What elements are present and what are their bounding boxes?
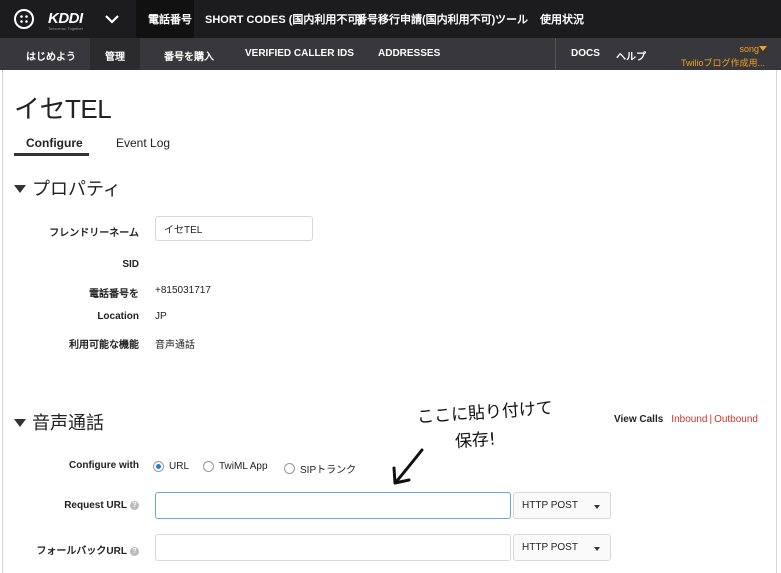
fallback-method-select[interactable]: HTTP POST: [513, 534, 611, 561]
tab-configure[interactable]: Configure: [26, 136, 83, 150]
request-method-select[interactable]: HTTP POST: [513, 492, 611, 519]
view-calls: View Calls Inbound | Outbound: [614, 414, 758, 425]
request-method-value: HTTP POST: [522, 500, 578, 511]
nav-usage[interactable]: 使用状況: [540, 11, 584, 27]
friendly-name-value: イセTEL: [164, 225, 203, 236]
fallback-url-label: フォールバックURL?: [36, 542, 139, 557]
request-url-label: Request URL?: [64, 500, 139, 511]
handwritten-annotation: ここに貼り付けて 保存!: [416, 395, 555, 459]
location-value: JP: [155, 311, 167, 322]
fallback-url-input[interactable]: [155, 534, 511, 561]
friendly-name-label: フレンドリーネーム: [49, 228, 139, 239]
nav-short-codes[interactable]: SHORT CODES (国内利用不可): [205, 11, 362, 27]
subnav-buy-number[interactable]: 番号を購入: [164, 48, 214, 63]
app-launcher-icon[interactable]: [14, 9, 34, 29]
configure-with-label: Configure with: [69, 460, 139, 471]
voice-section-toggle[interactable]: 音声通話: [14, 409, 104, 435]
page-title: イセTEL: [14, 94, 112, 124]
subnav-verified-caller-ids[interactable]: VERIFIED CALLER IDS: [245, 48, 354, 59]
scan-edge-left: [2, 0, 3, 573]
nav-tools[interactable]: ツール: [495, 11, 528, 27]
brand-tagline: Tomorrow, Together: [48, 26, 84, 31]
chevron-down-icon: [594, 547, 600, 551]
chevron-down-icon[interactable]: [102, 9, 122, 29]
voice-heading: 音声通話: [32, 413, 104, 433]
location-label: Location: [97, 311, 139, 322]
phone-number-label: 電話番号を: [89, 289, 139, 300]
nav-port-request[interactable]: 番号移行申請(国内利用不可): [356, 11, 495, 27]
capabilities-label: 利用可能な機能: [69, 340, 139, 351]
user-menu-caret-icon[interactable]: [759, 46, 767, 51]
help-icon[interactable]: ?: [130, 547, 139, 556]
view-calls-separator: |: [709, 414, 713, 425]
capabilities-value: 音声通話: [155, 340, 195, 351]
request-url-input[interactable]: [155, 492, 511, 519]
friendly-name-input[interactable]: イセTEL: [155, 216, 313, 241]
subnav-addresses[interactable]: ADDRESSES: [378, 48, 440, 59]
fallback-method-value: HTTP POST: [522, 542, 578, 553]
request-url-label-text: Request URL: [64, 500, 127, 511]
sid-label: SID: [122, 259, 139, 270]
view-calls-label: View Calls: [614, 414, 664, 425]
properties-heading: プロパティ: [32, 179, 121, 199]
scan-edge-right: [776, 0, 777, 573]
radio-url[interactable]: URL: [153, 461, 189, 472]
annotation-line-1: ここに貼り付けて: [416, 398, 554, 428]
subnav-getting-started[interactable]: はじめよう: [26, 48, 76, 63]
fallback-url-label-text: フォールバックURL: [36, 546, 127, 557]
chevron-down-icon: [594, 505, 600, 509]
help-icon[interactable]: ?: [130, 501, 139, 510]
docs-link[interactable]: DOCS: [571, 48, 600, 59]
inbound-link[interactable]: Inbound: [671, 414, 707, 425]
properties-section-toggle[interactable]: プロパティ: [14, 175, 121, 201]
help-link[interactable]: ヘルプ: [616, 48, 646, 63]
radio-twiml-app[interactable]: TwiML App: [203, 461, 268, 472]
top-navbar: KDDI Tomorrow, Together 電話番号 SHORT CODES…: [0, 0, 781, 38]
subnav-manage[interactable]: 管理: [105, 48, 125, 63]
user-menu[interactable]: song: [739, 44, 759, 54]
radio-sip-trunk-control[interactable]: [284, 463, 295, 474]
caret-down-icon: [14, 419, 26, 427]
active-tab-indicator: [14, 153, 89, 156]
nav-phone-numbers[interactable]: 電話番号: [148, 11, 192, 27]
radio-sip-trunk[interactable]: SIPトランク: [284, 461, 356, 476]
radio-twiml-app-label: TwiML App: [219, 461, 268, 472]
subnav-divider: [555, 38, 556, 70]
radio-url-control[interactable]: [153, 461, 164, 472]
account-name[interactable]: Twilioブログ作成用...: [681, 56, 765, 69]
annotation-line-2: 保存!: [454, 429, 497, 453]
tab-event-log[interactable]: Event Log: [116, 136, 170, 150]
caret-down-icon: [14, 185, 26, 193]
arrow-icon: [392, 448, 424, 485]
radio-twiml-app-control[interactable]: [203, 461, 214, 472]
phone-number-value: +815031717: [155, 285, 211, 296]
radio-url-label: URL: [169, 461, 190, 472]
sub-navbar: はじめよう 管理 番号を購入 VERIFIED CALLER IDS ADDRE…: [0, 38, 781, 70]
radio-sip-trunk-label: SIPトランク: [300, 465, 357, 476]
brand-logo[interactable]: KDDI: [48, 10, 83, 27]
outbound-link[interactable]: Outbound: [714, 414, 758, 425]
